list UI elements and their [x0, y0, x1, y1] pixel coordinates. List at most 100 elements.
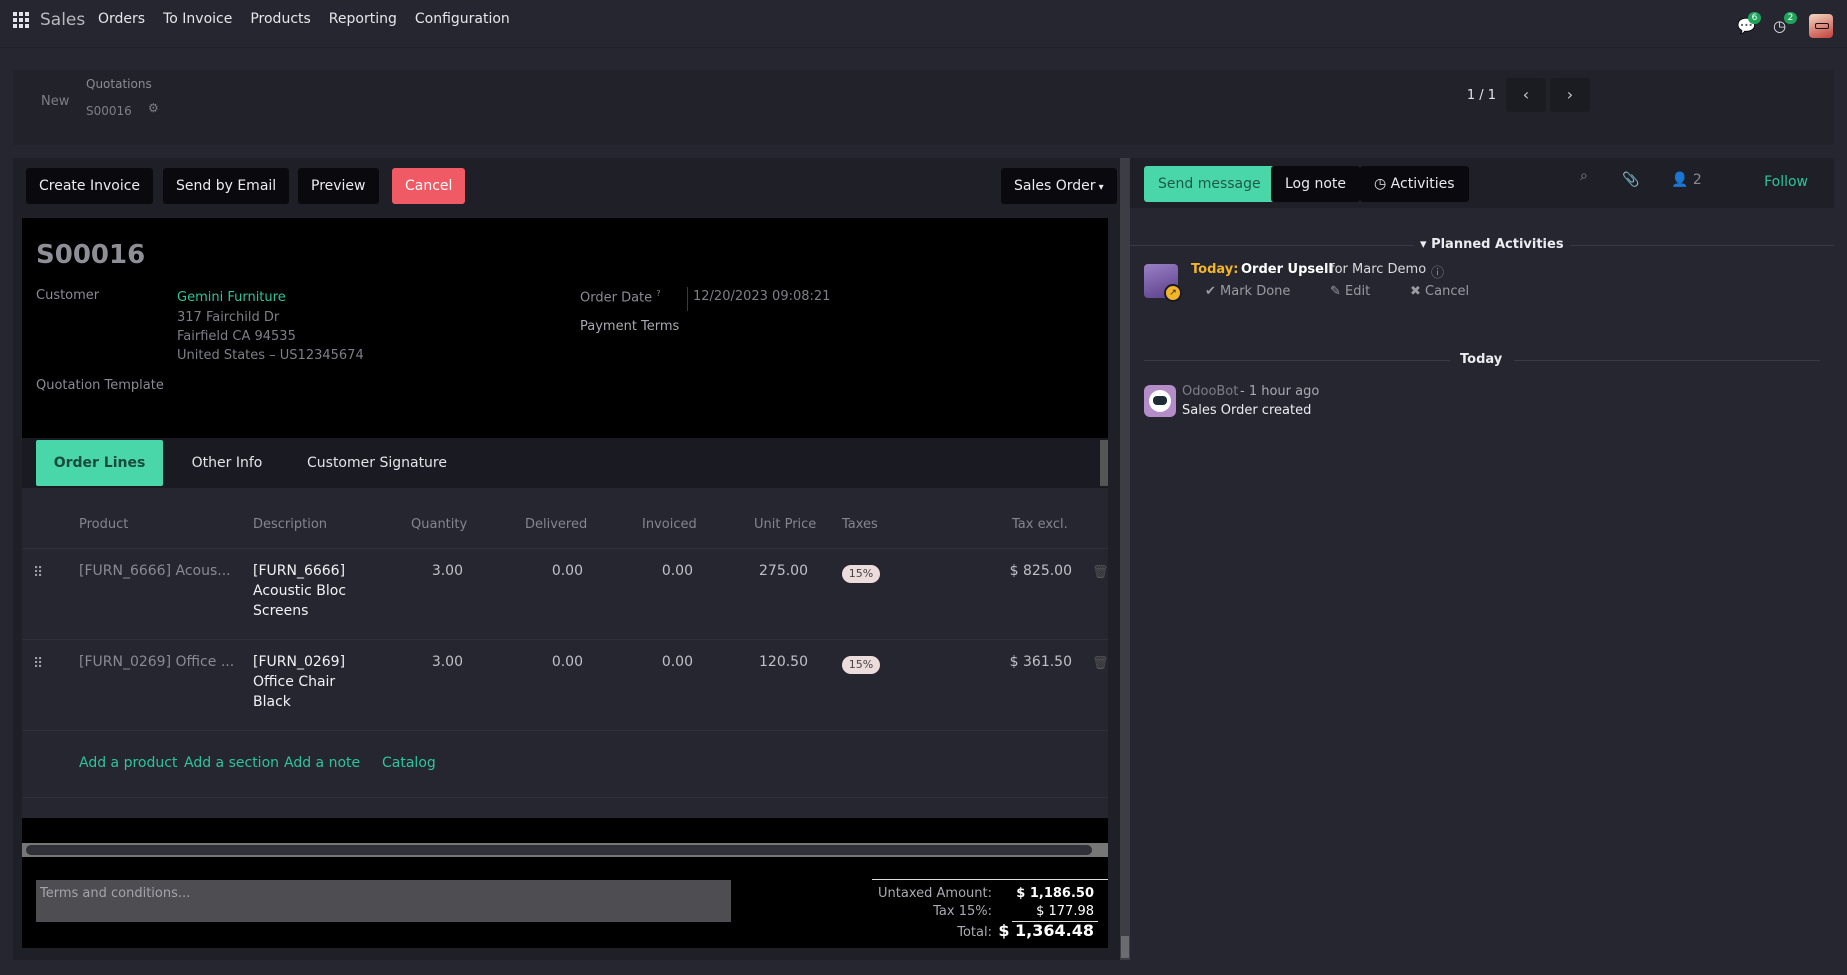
- activity-type-icon: ↗: [1164, 284, 1182, 302]
- divider: [1130, 245, 1420, 246]
- help-icon[interactable]: ?: [656, 289, 660, 298]
- address-line-2: Fairfield CA 94535: [177, 329, 296, 344]
- row-product[interactable]: [FURN_6666] Acous...: [79, 563, 231, 579]
- column-header-tax-excl[interactable]: Tax excl.: [1012, 517, 1068, 532]
- form-vertical-scrollbar[interactable]: [1120, 158, 1130, 960]
- add-product-link[interactable]: Add a product: [79, 755, 177, 771]
- activity-avatar[interactable]: ↗: [1144, 264, 1182, 302]
- row-invoiced[interactable]: 0.00: [622, 563, 693, 579]
- table-row[interactable]: ⠿ [FURN_0269] Office ... [FURN_0269] Off…: [22, 639, 1109, 729]
- column-header-quantity[interactable]: Quantity: [411, 517, 467, 532]
- add-note-link[interactable]: Add a note: [284, 755, 360, 771]
- tax-value: $ 177.98: [1036, 904, 1094, 919]
- row-unit-price[interactable]: 275.00: [722, 563, 808, 579]
- trash-icon[interactable]: 🗑: [1092, 656, 1109, 671]
- new-button[interactable]: New: [41, 94, 69, 109]
- customer-label: Customer: [36, 288, 100, 303]
- paperclip-icon[interactable]: 📎: [1622, 172, 1639, 188]
- activity-assignee: for Marc Demo: [1330, 262, 1427, 277]
- chevron-right-icon: ›: [1566, 85, 1574, 104]
- drag-handle-icon[interactable]: ⠿: [33, 656, 43, 672]
- column-header-unit-price[interactable]: Unit Price: [754, 517, 816, 532]
- preview-button[interactable]: Preview: [298, 168, 379, 204]
- cancel-activity-button[interactable]: ✖ Cancel: [1410, 284, 1469, 299]
- odoobot-avatar[interactable]: [1144, 385, 1176, 417]
- scrollbar-thumb[interactable]: [26, 845, 1092, 855]
- row-unit-price[interactable]: 120.50: [722, 654, 808, 670]
- message-time: - 1 hour ago: [1240, 384, 1320, 399]
- drag-handle-icon[interactable]: ⠿: [33, 565, 43, 581]
- horizontal-scrollbar[interactable]: [22, 843, 1108, 857]
- total-value: $ 1,364.48: [998, 921, 1094, 940]
- gear-icon[interactable]: ⚙: [148, 101, 159, 115]
- planned-activities-toggle[interactable]: ▾ Planned Activities: [1414, 237, 1570, 252]
- row-quantity[interactable]: 3.00: [392, 563, 463, 579]
- tax-badge[interactable]: 15%: [842, 656, 880, 674]
- column-header-invoiced[interactable]: Invoiced: [642, 517, 697, 532]
- row-quantity[interactable]: 3.00: [392, 654, 463, 670]
- form-view: Create Invoice Send by Email Preview Can…: [13, 158, 1130, 960]
- status-dropdown[interactable]: Sales Order: [1001, 168, 1117, 204]
- menu-to-invoice[interactable]: To Invoice: [163, 11, 232, 27]
- tab-customer-signature[interactable]: Customer Signature: [297, 440, 457, 486]
- column-header-description[interactable]: Description: [253, 517, 327, 532]
- log-note-button[interactable]: Log note: [1271, 166, 1360, 202]
- add-section-link[interactable]: Add a section: [184, 755, 279, 771]
- row-description[interactable]: [FURN_6666] Acoustic Bloc Screens: [253, 561, 363, 621]
- scrollbar-thumb[interactable]: [1121, 936, 1129, 958]
- tab-order-lines[interactable]: Order Lines: [36, 440, 163, 486]
- send-by-email-button[interactable]: Send by Email: [163, 168, 290, 204]
- tab-other-info[interactable]: Other Info: [182, 440, 272, 486]
- systray: 💬 6 ◷ 2: [1737, 12, 1833, 38]
- user-avatar[interactable]: [1809, 14, 1833, 38]
- create-invoice-button[interactable]: Create Invoice: [26, 168, 154, 204]
- activity-name: Order Upsell: [1241, 262, 1333, 277]
- pager-previous-button[interactable]: ‹: [1506, 78, 1546, 112]
- row-description[interactable]: [FURN_0269] Office Chair Black: [253, 652, 363, 712]
- payment-terms-label: Payment Terms: [580, 319, 680, 334]
- tax-badge[interactable]: 15%: [842, 565, 880, 583]
- row-product[interactable]: [FURN_0269] Office ...: [79, 654, 234, 670]
- column-header-taxes[interactable]: Taxes: [842, 517, 878, 532]
- messages-icon[interactable]: 💬 6: [1737, 12, 1761, 34]
- breadcrumb-quotations[interactable]: Quotations: [86, 77, 152, 91]
- table-row[interactable]: ⠿ [FURN_6666] Acous... [FURN_6666] Acous…: [22, 548, 1109, 638]
- address-line-1: 317 Fairchild Dr: [177, 310, 280, 325]
- cancel-order-button[interactable]: Cancel: [392, 168, 466, 204]
- tax-label: Tax 15%:: [933, 904, 992, 919]
- column-header-delivered[interactable]: Delivered: [525, 517, 587, 532]
- message-author[interactable]: OdooBot: [1182, 384, 1238, 399]
- trash-icon[interactable]: 🗑: [1092, 565, 1109, 580]
- search-icon[interactable]: ⌕: [1580, 168, 1588, 184]
- info-icon[interactable]: ⓘ: [1431, 262, 1444, 281]
- tabs-scrollbar[interactable]: [1100, 440, 1108, 486]
- edit-activity-button[interactable]: ✎ Edit: [1330, 284, 1370, 299]
- apps-menu-icon[interactable]: [13, 12, 29, 28]
- divider: [1560, 245, 1834, 246]
- menu-products[interactable]: Products: [250, 11, 310, 27]
- breadcrumb-current: S00016: [86, 104, 132, 118]
- menu-reporting[interactable]: Reporting: [329, 11, 397, 27]
- menu-orders[interactable]: Orders: [98, 11, 145, 27]
- row-delivered[interactable]: 0.00: [512, 563, 583, 579]
- catalog-link[interactable]: Catalog: [382, 755, 436, 771]
- followers-button[interactable]: 👤 2: [1671, 172, 1702, 188]
- activities-button[interactable]: ◷ Activities: [1360, 166, 1469, 202]
- activities-clock-icon[interactable]: ◷ 2: [1773, 12, 1797, 34]
- send-message-button[interactable]: Send message: [1144, 166, 1275, 202]
- row-delivered[interactable]: 0.00: [512, 654, 583, 670]
- chatter-topbar: Send message Log note ◷ Activities ⌕ 📎 👤…: [1130, 158, 1834, 208]
- customer-link[interactable]: Gemini Furniture: [177, 290, 286, 305]
- mark-done-button[interactable]: ✔ Mark Done: [1205, 284, 1290, 299]
- follow-button[interactable]: Follow: [1764, 174, 1808, 190]
- untaxed-label: Untaxed Amount:: [878, 886, 992, 901]
- row-invoiced[interactable]: 0.00: [622, 654, 693, 670]
- menu-configuration[interactable]: Configuration: [415, 11, 510, 27]
- column-header-product[interactable]: Product: [79, 517, 128, 532]
- pager-next-button[interactable]: ›: [1550, 78, 1590, 112]
- order-date-value[interactable]: 12/20/2023 09:08:21: [693, 289, 830, 304]
- terms-and-conditions-field[interactable]: Terms and conditions...: [36, 880, 731, 922]
- pager-value[interactable]: 1 / 1: [1467, 88, 1496, 103]
- app-brand[interactable]: Sales: [40, 10, 85, 30]
- order-date-label: Order Date ?: [580, 289, 661, 306]
